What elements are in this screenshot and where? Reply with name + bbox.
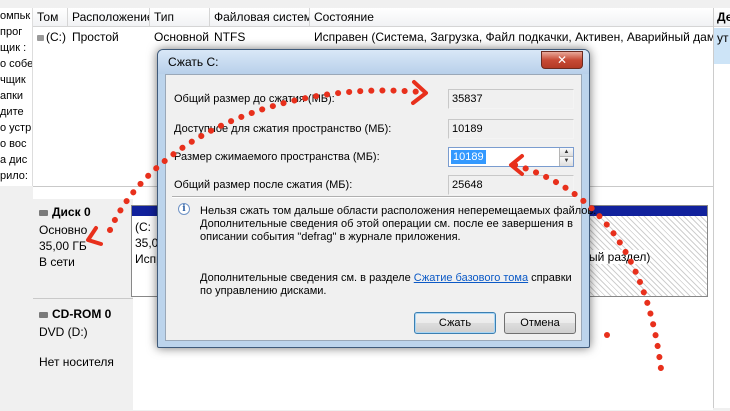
actions-header: Де — [714, 8, 730, 27]
info-text-line-1: Нельзя сжать том дальше области располож… — [200, 205, 597, 217]
dialog-titlebar[interactable]: Сжать C: ✕ — [158, 50, 589, 74]
help-link[interactable]: Сжатие базового тома — [414, 272, 528, 284]
console-tree-item[interactable]: рило: — [0, 170, 28, 182]
total-size-label: Общий размер до сжатия (МБ): — [174, 93, 335, 105]
partition-reserved-label: ый раздел) — [589, 250, 651, 264]
disk-icon — [39, 209, 48, 216]
column-type[interactable]: Тип — [150, 8, 210, 27]
volume-list-header: Том Расположение Тип Файловая система Со… — [33, 8, 713, 27]
volume-icon — [37, 34, 44, 41]
cancel-button[interactable]: Отмена — [504, 312, 576, 334]
row-volume-text: (C:) — [46, 30, 66, 44]
available-space-value: 10189 — [448, 119, 574, 139]
cdrom-0-label[interactable]: CD-ROM 0 DVD (D:) Нет носителя — [33, 299, 133, 411]
row-volume: (C:) — [33, 28, 68, 46]
close-button[interactable]: ✕ — [541, 51, 583, 69]
console-tree-item[interactable]: апки — [0, 90, 23, 102]
help-text-line-1: Дополнительные сведения см. в разделе Сж… — [200, 271, 572, 285]
partition-reserved-bar — [589, 206, 707, 216]
dialog-body: Общий размер до сжатия (МБ): 35837 Досту… — [165, 74, 596, 341]
cdrom-icon — [39, 311, 48, 318]
console-tree-item[interactable]: а дис — [0, 154, 27, 166]
dialog-divider — [172, 196, 575, 198]
row-filesystem: NTFS — [214, 30, 246, 44]
console-tree-item[interactable]: щик : — [0, 42, 26, 54]
info-text-line-3: описании события "defrag" в журнале прил… — [200, 231, 461, 243]
chevron-up-icon: ▲ — [563, 149, 570, 155]
disk-0-name-text: Диск 0 — [52, 205, 91, 219]
partition-c-name: (C: — [135, 220, 151, 234]
column-status[interactable]: Состояние — [310, 8, 713, 27]
partition-c-size: 35,0 — [135, 236, 159, 250]
actions-pane: Де ут — [713, 8, 730, 408]
console-tree-item[interactable]: о собе — [0, 58, 32, 70]
row-location: Простой — [72, 30, 119, 44]
disk-0-size: 35,00 ГБ — [39, 239, 87, 253]
help-suffix: справки — [528, 272, 572, 284]
shrink-amount-input[interactable]: 10189 — [451, 150, 486, 164]
spin-up-button[interactable]: ▲ — [559, 148, 573, 157]
console-tree-item[interactable]: о устр — [0, 122, 31, 134]
cdrom-0-kind: DVD (D:) — [39, 325, 88, 339]
shrink-button[interactable]: Сжать — [414, 312, 496, 334]
dialog-title: Сжать C: — [168, 55, 219, 69]
column-volume[interactable]: Том — [33, 8, 68, 27]
partition-reserved[interactable]: ый раздел) — [588, 205, 708, 297]
help-text-line-2: по управлению дисками. — [200, 285, 327, 297]
cdrom-0-state: Нет носителя — [39, 355, 114, 369]
cdrom-0-name: CD-ROM 0 — [39, 307, 111, 321]
console-tree-item[interactable]: о вос — [0, 138, 27, 150]
spin-down-button[interactable]: ▼ — [559, 157, 573, 166]
shrink-amount-stepper[interactable]: 10189 ▲ ▼ — [448, 147, 574, 167]
size-after-label: Общий размер после сжатия (МБ): — [174, 179, 353, 191]
info-icon: i — [178, 203, 190, 215]
row-type: Основной — [154, 30, 210, 44]
disk-0-name: Диск 0 — [39, 205, 91, 219]
help-prefix: Дополнительные сведения см. в разделе — [200, 272, 414, 284]
total-size-value: 35837 — [448, 89, 574, 109]
chevron-down-icon: ▼ — [563, 158, 570, 164]
size-after-value: 25648 — [448, 175, 574, 195]
close-icon: ✕ — [556, 53, 568, 67]
column-location[interactable]: Расположение — [68, 8, 150, 27]
column-filesystem[interactable]: Файловая система — [210, 8, 310, 27]
console-tree-item[interactable]: дите — [0, 106, 24, 118]
actions-item[interactable]: ут — [714, 28, 730, 64]
available-space-label: Доступное для сжатия пространство (МБ): — [174, 123, 392, 135]
disk-0-state: В сети — [39, 255, 75, 269]
cdrom-0-name-text: CD-ROM 0 — [52, 307, 112, 321]
shrink-dialog: Сжать C: ✕ Общий размер до сжатия (МБ): … — [157, 49, 596, 348]
console-tree-pane: омпьк прог щик : о собе чщик апки дите о устр о … — [0, 8, 33, 186]
info-text-line-2: Дополнительные сведения об этой операции… — [200, 218, 573, 230]
shrink-amount-label: Размер сжимаемого пространства (МБ): — [174, 151, 380, 163]
disk-0-kind: Основно — [39, 223, 88, 237]
console-tree-item[interactable]: прог — [0, 26, 22, 38]
disk-0-label[interactable]: Диск 0 Основно 35,00 ГБ В сети — [33, 199, 133, 299]
console-tree-item[interactable]: чщик — [0, 74, 26, 86]
row-status: Исправен (Система, Загрузка, Файл подкач… — [314, 30, 713, 44]
console-tree-item[interactable]: омпьк — [0, 10, 30, 22]
